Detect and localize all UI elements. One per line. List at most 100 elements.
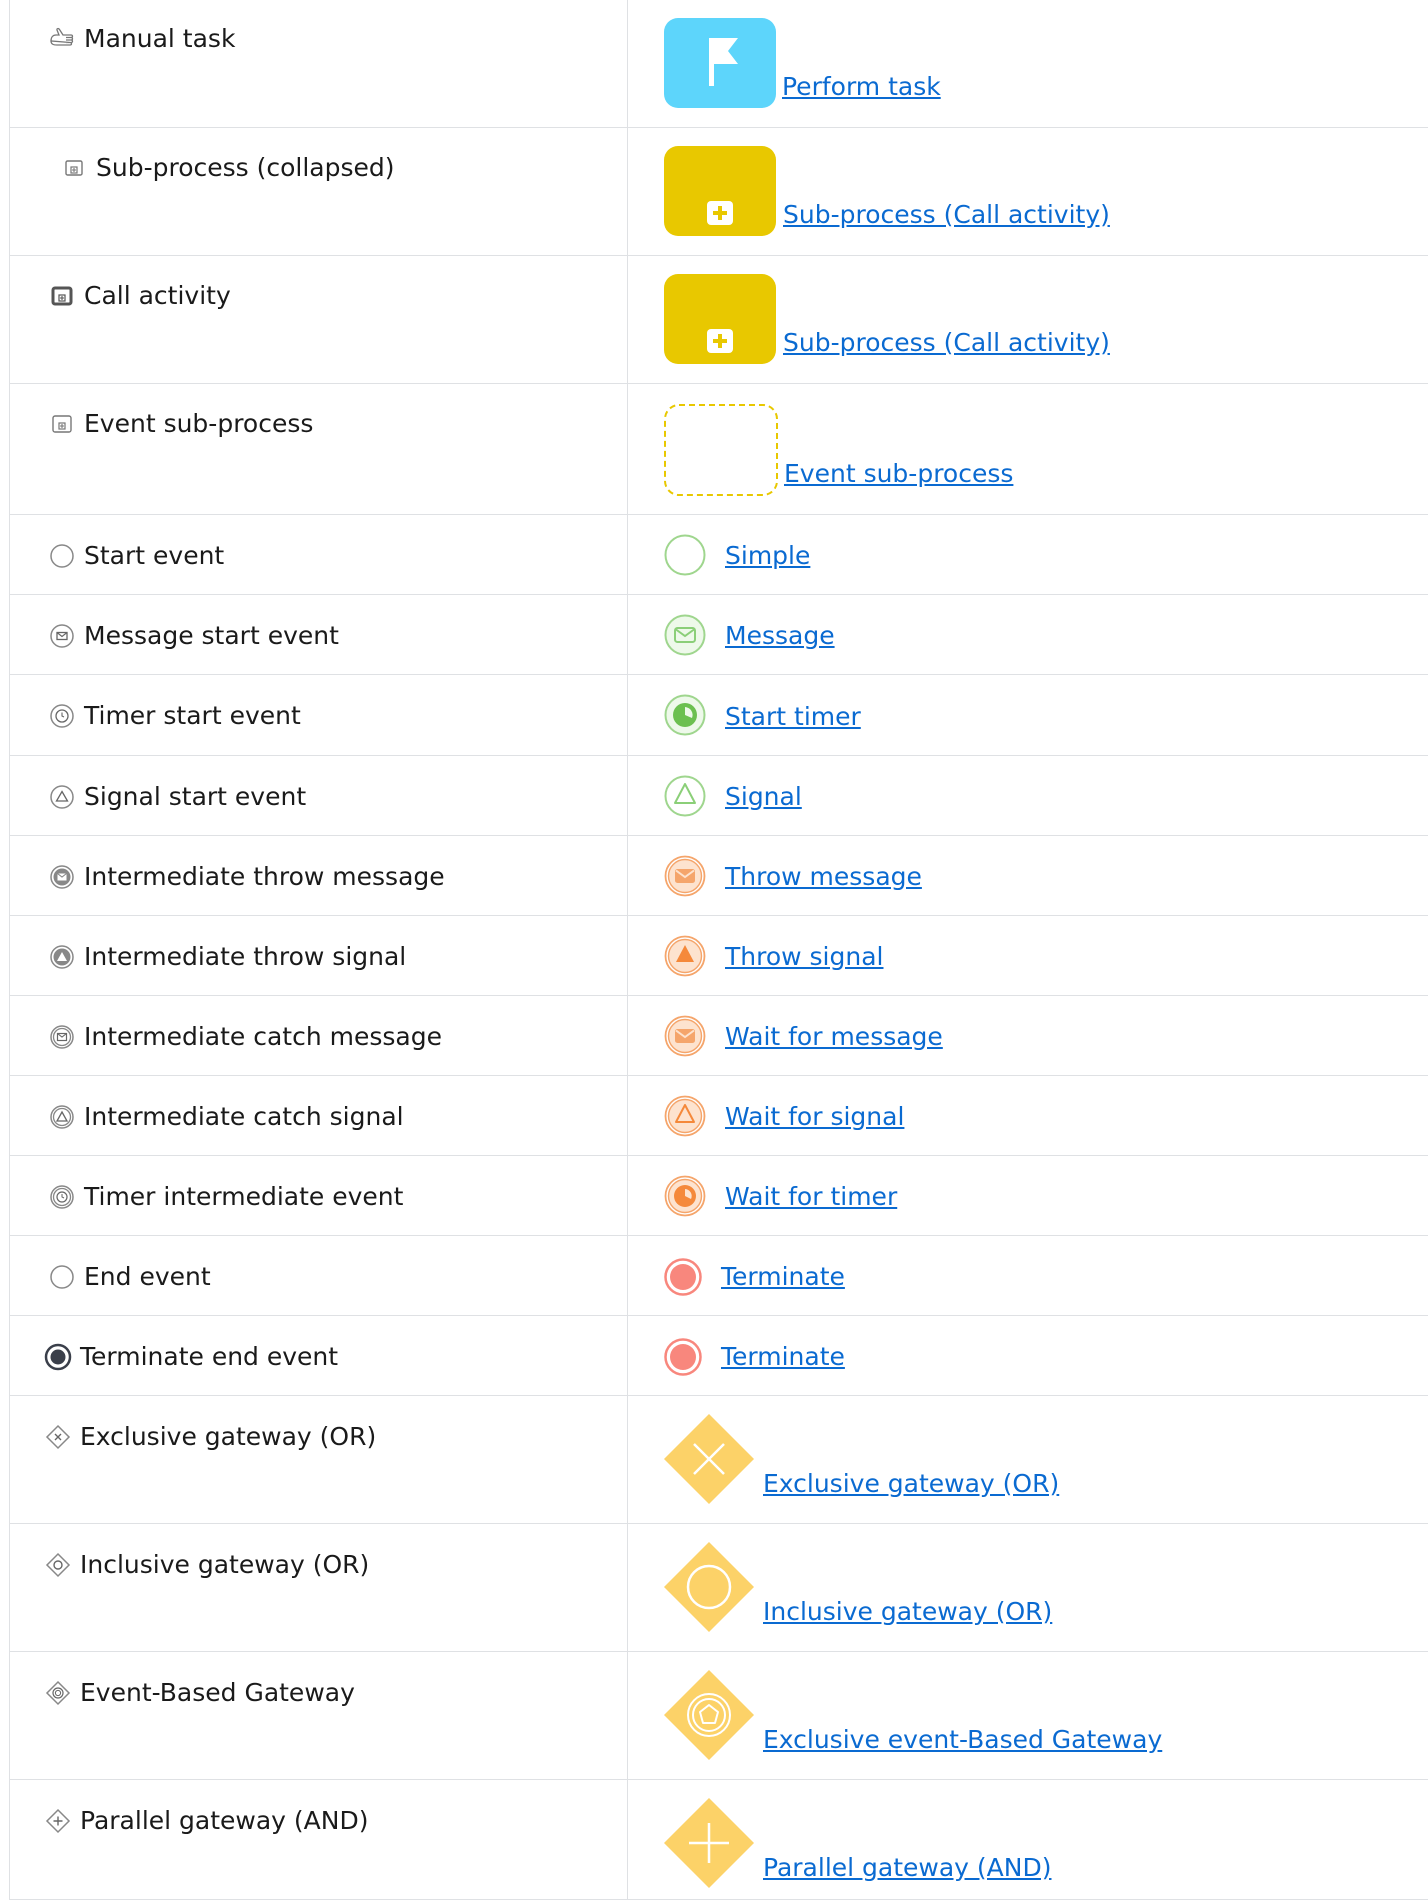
start-event-shape (664, 534, 706, 576)
terminate-link[interactable]: Terminate (721, 1264, 845, 1289)
wait-for-timer-link[interactable]: Wait for timer (725, 1184, 897, 1209)
bpmn-element-cell: Exclusive gateway (OR) (10, 1395, 628, 1523)
table-row: Message start event Message (10, 594, 1428, 674)
event-subprocess-shape (664, 404, 778, 496)
throw-signal-link[interactable]: Throw signal (725, 944, 883, 969)
element-label: Timer intermediate event (48, 1183, 403, 1211)
manual-task-hand-icon (48, 24, 76, 52)
table-row: Intermediate catch message Wait for mess… (10, 995, 1428, 1075)
mapping-cell: Exclusive gateway (OR) (628, 1395, 1428, 1523)
table-row: Exclusive gateway (OR) Exclusive gateway… (10, 1395, 1428, 1523)
parallel-gateway-icon (44, 1807, 72, 1835)
mapping-cell: Throw signal (628, 915, 1428, 995)
element-label-text: Event-Based Gateway (80, 1680, 355, 1705)
subprocess-shape (664, 274, 776, 364)
table-row: Sub-process (collapsed) Sub-process (Cal… (10, 127, 1428, 255)
bpmn-element-cell: Timer intermediate event (10, 1155, 628, 1235)
mapping-cell: Start timer (628, 674, 1428, 755)
element-label-text: Parallel gateway (AND) (80, 1808, 368, 1833)
element-label-text: Terminate end event (80, 1344, 338, 1369)
element-label-text: Manual task (84, 26, 235, 51)
element-label-text: Timer start event (84, 703, 301, 728)
event-subprocess-link[interactable]: Event sub-process (784, 461, 1013, 486)
element-label: Exclusive gateway (OR) (44, 1423, 376, 1451)
wait-signal-shape (664, 1095, 706, 1137)
start-timer-shape (664, 694, 706, 736)
mapping-cell: Wait for signal (628, 1075, 1428, 1155)
terminate-shape (664, 1258, 702, 1296)
timer-start-event-icon (48, 702, 76, 730)
table-row: Signal start event Signal (10, 755, 1428, 835)
bpmn-element-cell: Manual task (10, 0, 628, 127)
table-row: Call activity Sub-process (Call activity… (10, 255, 1428, 383)
end-event-circle-icon (48, 1263, 76, 1291)
signal-start-event-icon (48, 783, 76, 811)
throw-message-shape (664, 855, 706, 897)
exclusive-gateway-link[interactable]: Exclusive gateway (OR) (763, 1471, 1059, 1496)
call-activity-icon (48, 282, 76, 310)
mapping-cell: Sub-process (Call activity) (628, 255, 1428, 383)
message-link[interactable]: Message (725, 623, 835, 648)
bpmn-element-cell: Timer start event (10, 674, 628, 755)
element-label: Event-Based Gateway (44, 1679, 355, 1707)
wait-for-signal-link[interactable]: Wait for signal (725, 1104, 904, 1129)
mapping-cell: Simple (628, 514, 1428, 594)
subprocess-call-activity-link[interactable]: Sub-process (Call activity) (783, 330, 1110, 355)
terminate-end-event-icon (44, 1343, 72, 1371)
message-start-event-icon (48, 622, 76, 650)
wait-for-message-link[interactable]: Wait for message (725, 1024, 943, 1049)
table-row: Intermediate throw message Throw message (10, 835, 1428, 915)
mapping-cell: Terminate (628, 1235, 1428, 1315)
element-label-text: Event sub-process (84, 411, 313, 436)
mapping-cell: Message (628, 594, 1428, 674)
element-label: Intermediate catch signal (48, 1103, 404, 1131)
exclusive-gateway-shape (664, 1414, 754, 1504)
throw-message-link[interactable]: Throw message (725, 864, 922, 889)
terminate-link[interactable]: Terminate (721, 1344, 845, 1369)
catch-message-icon (48, 1023, 76, 1051)
exclusive-event-based-gateway-link[interactable]: Exclusive event-Based Gateway (763, 1727, 1162, 1752)
element-label-text: End event (84, 1264, 211, 1289)
element-label-text: Intermediate throw message (84, 864, 445, 889)
start-event-circle-icon (48, 542, 76, 570)
bpmn-element-cell: Inclusive gateway (OR) (10, 1523, 628, 1651)
bpmn-element-cell: End event (10, 1235, 628, 1315)
bpmn-element-cell: Sub-process (collapsed) (10, 127, 628, 255)
parallel-gateway-link[interactable]: Parallel gateway (AND) (763, 1855, 1051, 1880)
element-label-text: Intermediate catch signal (84, 1104, 404, 1129)
start-timer-link[interactable]: Start timer (725, 704, 861, 729)
parallel-gateway-shape (664, 1798, 754, 1888)
exclusive-gateway-icon (44, 1423, 72, 1451)
bpmn-element-cell: Intermediate throw message (10, 835, 628, 915)
table-row: End event Terminate (10, 1235, 1428, 1315)
element-label-text: Timer intermediate event (84, 1184, 403, 1209)
element-label: Message start event (48, 622, 339, 650)
table-row: Timer intermediate event Wait for timer (10, 1155, 1428, 1235)
subprocess-call-activity-link[interactable]: Sub-process (Call activity) (783, 202, 1110, 227)
event-subprocess-icon (48, 410, 76, 438)
inclusive-gateway-link[interactable]: Inclusive gateway (OR) (763, 1599, 1052, 1624)
bpmn-element-cell: Message start event (10, 594, 628, 674)
perform-task-link[interactable]: Perform task (782, 74, 941, 99)
signal-link[interactable]: Signal (725, 784, 802, 809)
mapping-cell: Wait for timer (628, 1155, 1428, 1235)
simple-link[interactable]: Simple (725, 543, 810, 568)
bpmn-mapping-table: Manual task Perform task Sub-process (co… (9, 0, 1428, 1900)
element-label-text: Message start event (84, 623, 339, 648)
timer-intermediate-icon (48, 1183, 76, 1211)
element-label: Intermediate throw message (48, 863, 445, 891)
mapping-cell: Signal (628, 755, 1428, 835)
table-row: Terminate end event Terminate (10, 1315, 1428, 1395)
element-label: Intermediate throw signal (48, 943, 406, 971)
element-label-text: Exclusive gateway (OR) (80, 1424, 376, 1449)
element-label-text: Sub-process (collapsed) (96, 155, 395, 180)
subprocess-shape (664, 146, 776, 236)
element-label-text: Start event (84, 543, 224, 568)
element-label: Signal start event (48, 783, 306, 811)
table-row: Parallel gateway (AND) Parallel gateway … (10, 1779, 1428, 1899)
table-row: Event sub-process Event sub-process (10, 383, 1428, 514)
bpmn-element-cell: Event sub-process (10, 383, 628, 514)
wait-message-shape (664, 1015, 706, 1057)
table-row: Event-Based Gateway Exclusive event-Base… (10, 1651, 1428, 1779)
element-label: Call activity (48, 282, 231, 310)
